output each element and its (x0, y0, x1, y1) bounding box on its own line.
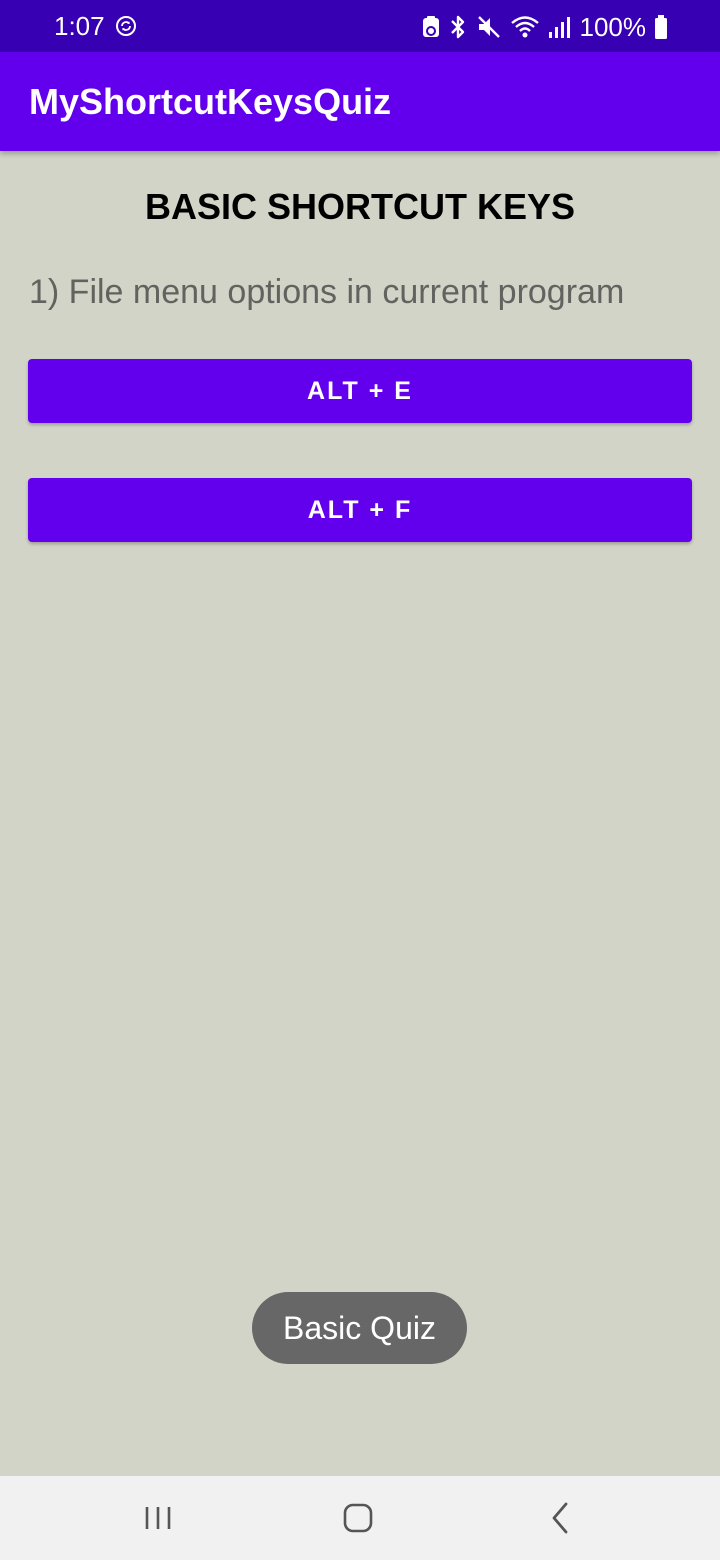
back-icon[interactable] (540, 1498, 580, 1538)
signal-icon (548, 17, 570, 38)
navigation-bar (0, 1476, 720, 1560)
mute-icon (477, 16, 500, 38)
nfc-icon (422, 16, 439, 37)
app-title: MyShortcutKeysQuiz (29, 81, 392, 122)
status-time: 1:07 (54, 11, 105, 41)
sync-icon (116, 16, 136, 36)
status-icons: 100% (422, 10, 669, 44)
quiz-section-heading: BASIC SHORTCUT KEYS (144, 186, 576, 227)
recents-icon[interactable] (138, 1498, 178, 1538)
question-text: 1) File menu options in current program (29, 273, 625, 311)
battery-percent: 100% (579, 12, 647, 42)
app-bar: MyShortcutKeysQuiz (0, 52, 720, 151)
toast-message: Basic Quiz (252, 1292, 467, 1364)
answer-option-button[interactable]: ALT + F (28, 478, 692, 542)
status-bar: 1:07 100% (0, 0, 720, 52)
bluetooth-icon (450, 15, 464, 39)
battery-icon (655, 15, 667, 39)
home-icon[interactable] (338, 1498, 378, 1538)
answer-option-button[interactable]: ALT + E (28, 359, 692, 423)
wifi-icon (510, 16, 539, 38)
